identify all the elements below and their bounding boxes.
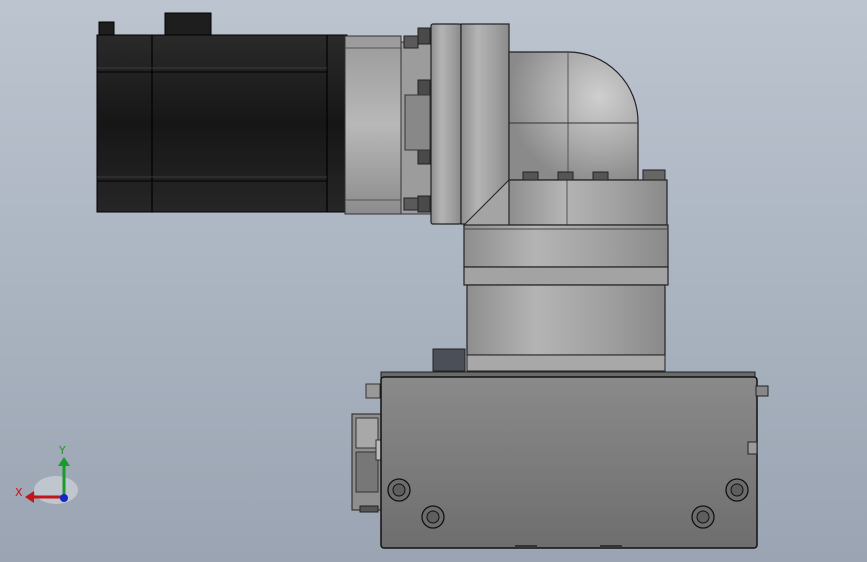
servo-motor[interactable] [96, 12, 348, 213]
z-axis-dot [60, 494, 68, 502]
reducer-column[interactable] [432, 224, 669, 372]
y-axis-label: Y [58, 444, 66, 457]
cad-assembly-model[interactable] [0, 0, 867, 562]
mounting-hole [691, 505, 715, 529]
orientation-triad: Y X [15, 444, 78, 504]
motor-adapter[interactable] [344, 27, 432, 215]
x-axis-arrowhead [25, 491, 34, 503]
mounting-hole [387, 478, 411, 502]
cad-viewport[interactable]: Y X [0, 0, 867, 562]
mounting-hole [725, 478, 749, 502]
x-axis-label: X [15, 486, 23, 499]
y-axis-arrowhead [58, 457, 70, 466]
mounting-hole [421, 505, 445, 529]
